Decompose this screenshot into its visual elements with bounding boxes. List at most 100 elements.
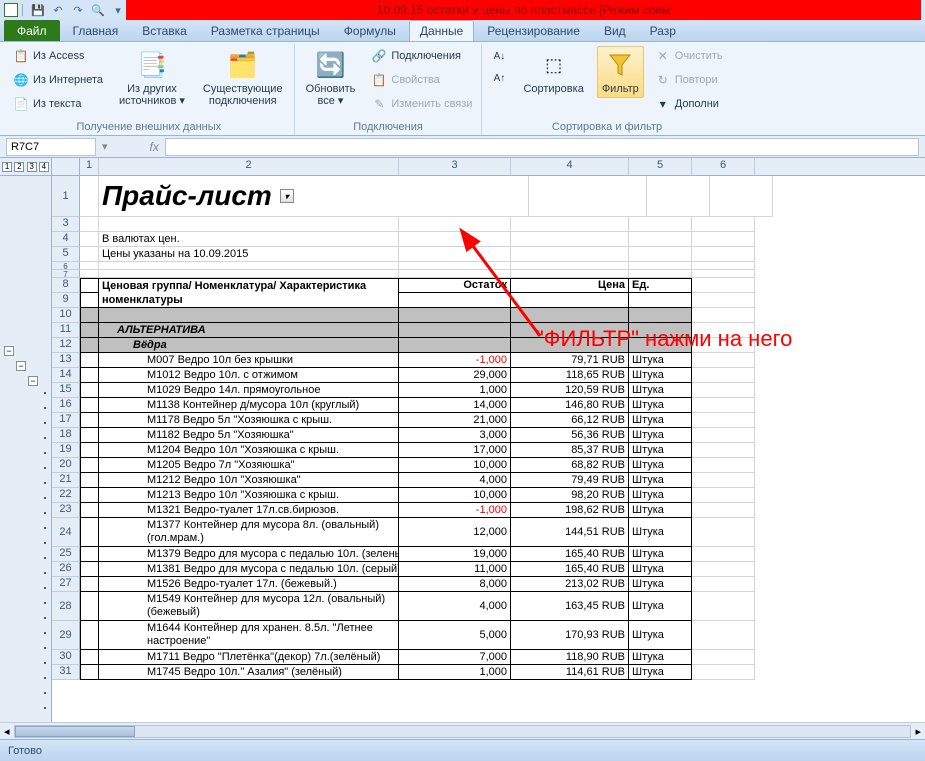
item-name[interactable]: М1205 Ведро 7л "Хозяюшка" bbox=[99, 458, 399, 473]
row-header[interactable]: 24 bbox=[52, 518, 80, 547]
cell[interactable] bbox=[692, 278, 755, 293]
cell[interactable] bbox=[629, 323, 692, 338]
refresh-all-button[interactable]: 🔄 Обновить все ▾ bbox=[301, 46, 361, 110]
item-price[interactable]: 165,40 RUB bbox=[511, 547, 629, 562]
cell[interactable] bbox=[511, 217, 629, 232]
scroll-right-icon[interactable]: ▸ bbox=[915, 725, 921, 738]
cell[interactable] bbox=[692, 562, 755, 577]
save-icon[interactable]: 💾 bbox=[30, 2, 46, 18]
cell[interactable] bbox=[629, 270, 692, 278]
row-header[interactable]: 26 bbox=[52, 562, 80, 577]
cell[interactable] bbox=[399, 270, 511, 278]
formula-input[interactable] bbox=[165, 138, 919, 156]
row-header[interactable]: 7 bbox=[52, 270, 80, 278]
row-header[interactable]: 31 bbox=[52, 665, 80, 680]
outline-level-3[interactable]: 3 bbox=[27, 162, 37, 172]
cell[interactable] bbox=[80, 428, 99, 443]
cell[interactable] bbox=[692, 621, 755, 650]
item-name[interactable]: М1711 Ведро "Плетёнка"(декор) 7л.(зелёны… bbox=[99, 650, 399, 665]
cell[interactable] bbox=[529, 176, 647, 217]
sort-asc-button[interactable]: A↓ bbox=[488, 46, 510, 66]
item-qty[interactable]: 12,000 bbox=[399, 518, 511, 547]
item-qty[interactable]: 10,000 bbox=[399, 458, 511, 473]
cell[interactable] bbox=[692, 650, 755, 665]
filter-dropdown-icon[interactable]: ▾ bbox=[280, 189, 294, 203]
cell[interactable] bbox=[629, 262, 692, 270]
item-qty[interactable]: 7,000 bbox=[399, 650, 511, 665]
item-price[interactable]: 165,40 RUB bbox=[511, 562, 629, 577]
col-header-2[interactable]: 2 bbox=[99, 158, 399, 175]
outline-level-2[interactable]: 2 bbox=[14, 162, 24, 172]
row-header[interactable]: 10 bbox=[52, 308, 80, 323]
cell[interactable] bbox=[692, 473, 755, 488]
item-qty[interactable]: -1,000 bbox=[399, 503, 511, 518]
item-price[interactable]: 213,02 RUB bbox=[511, 577, 629, 592]
cell[interactable] bbox=[692, 368, 755, 383]
cell[interactable] bbox=[80, 503, 99, 518]
item-unit[interactable]: Штука bbox=[629, 398, 692, 413]
cell[interactable] bbox=[692, 338, 755, 353]
outline-level-4[interactable]: 4 bbox=[39, 162, 49, 172]
col-header-4[interactable]: 4 bbox=[511, 158, 629, 175]
row-header[interactable]: 12 bbox=[52, 338, 80, 353]
row-header[interactable]: 29 bbox=[52, 621, 80, 650]
cell[interactable] bbox=[629, 217, 692, 232]
item-price[interactable]: 98,20 RUB bbox=[511, 488, 629, 503]
item-unit[interactable]: Штука bbox=[629, 665, 692, 680]
item-unit[interactable]: Штука bbox=[629, 592, 692, 621]
cell[interactable] bbox=[511, 308, 629, 323]
cell[interactable]: В валютах цен. bbox=[99, 232, 399, 247]
scroll-thumb[interactable] bbox=[15, 726, 135, 737]
cell[interactable] bbox=[99, 262, 399, 270]
section-buckets[interactable]: Вёдра bbox=[99, 338, 399, 353]
cell[interactable] bbox=[692, 308, 755, 323]
row-header[interactable]: 22 bbox=[52, 488, 80, 503]
header-unit[interactable]: Ед. bbox=[629, 278, 692, 293]
scroll-left-icon[interactable]: ◂ bbox=[4, 725, 10, 738]
cell[interactable] bbox=[399, 262, 511, 270]
item-name[interactable]: М1178 Ведро 5л "Хозяюшка с крыш. bbox=[99, 413, 399, 428]
item-name[interactable]: М1644 Контейнер для хранен. 8.5л. "Летне… bbox=[99, 621, 399, 650]
redo-icon[interactable]: ↷ bbox=[70, 2, 86, 18]
item-price[interactable]: 85,37 RUB bbox=[511, 443, 629, 458]
item-unit[interactable]: Штука bbox=[629, 383, 692, 398]
cell[interactable] bbox=[99, 270, 399, 278]
item-name[interactable]: М1377 Контейнер для мусора 8л. (овальный… bbox=[99, 518, 399, 547]
cell[interactable] bbox=[710, 176, 773, 217]
item-price[interactable]: 144,51 RUB bbox=[511, 518, 629, 547]
cell[interactable] bbox=[399, 232, 511, 247]
cell[interactable] bbox=[399, 217, 511, 232]
item-qty[interactable]: 5,000 bbox=[399, 621, 511, 650]
item-price[interactable]: 118,90 RUB bbox=[511, 650, 629, 665]
item-unit[interactable]: Штука bbox=[629, 650, 692, 665]
item-qty[interactable]: 17,000 bbox=[399, 443, 511, 458]
item-name[interactable]: М1204 Ведро 10л "Хозяюшка с крыш. bbox=[99, 443, 399, 458]
outline-toggle[interactable]: − bbox=[28, 376, 38, 386]
row-header[interactable]: 9 bbox=[52, 293, 80, 308]
undo-icon[interactable]: ↶ bbox=[50, 2, 66, 18]
item-unit[interactable]: Штука bbox=[629, 488, 692, 503]
item-qty[interactable]: 8,000 bbox=[399, 577, 511, 592]
item-name[interactable]: М1212 Ведро 10л "Хозяюшка" bbox=[99, 473, 399, 488]
item-unit[interactable]: Штука bbox=[629, 503, 692, 518]
cell[interactable] bbox=[692, 247, 755, 262]
cell[interactable] bbox=[692, 458, 755, 473]
cell[interactable] bbox=[80, 488, 99, 503]
header-name-2[interactable]: номенклатуры bbox=[99, 293, 399, 308]
cell[interactable] bbox=[692, 262, 755, 270]
item-unit[interactable]: Штука bbox=[629, 458, 692, 473]
cell[interactable] bbox=[80, 398, 99, 413]
item-price[interactable]: 79,49 RUB bbox=[511, 473, 629, 488]
row-header[interactable]: 15 bbox=[52, 383, 80, 398]
row-header[interactable]: 13 bbox=[52, 353, 80, 368]
cell[interactable] bbox=[692, 353, 755, 368]
item-unit[interactable]: Штука bbox=[629, 547, 692, 562]
cell[interactable] bbox=[511, 262, 629, 270]
cell[interactable] bbox=[80, 443, 99, 458]
outline-level-1[interactable]: 1 bbox=[2, 162, 12, 172]
section-alternativa[interactable]: АЛЬТЕРНАТИВА bbox=[99, 323, 399, 338]
item-unit[interactable]: Штука bbox=[629, 473, 692, 488]
cell[interactable] bbox=[80, 323, 99, 338]
item-price[interactable]: 114,61 RUB bbox=[511, 665, 629, 680]
from-other-sources-button[interactable]: 📑 Из других источников ▾ bbox=[114, 46, 190, 110]
